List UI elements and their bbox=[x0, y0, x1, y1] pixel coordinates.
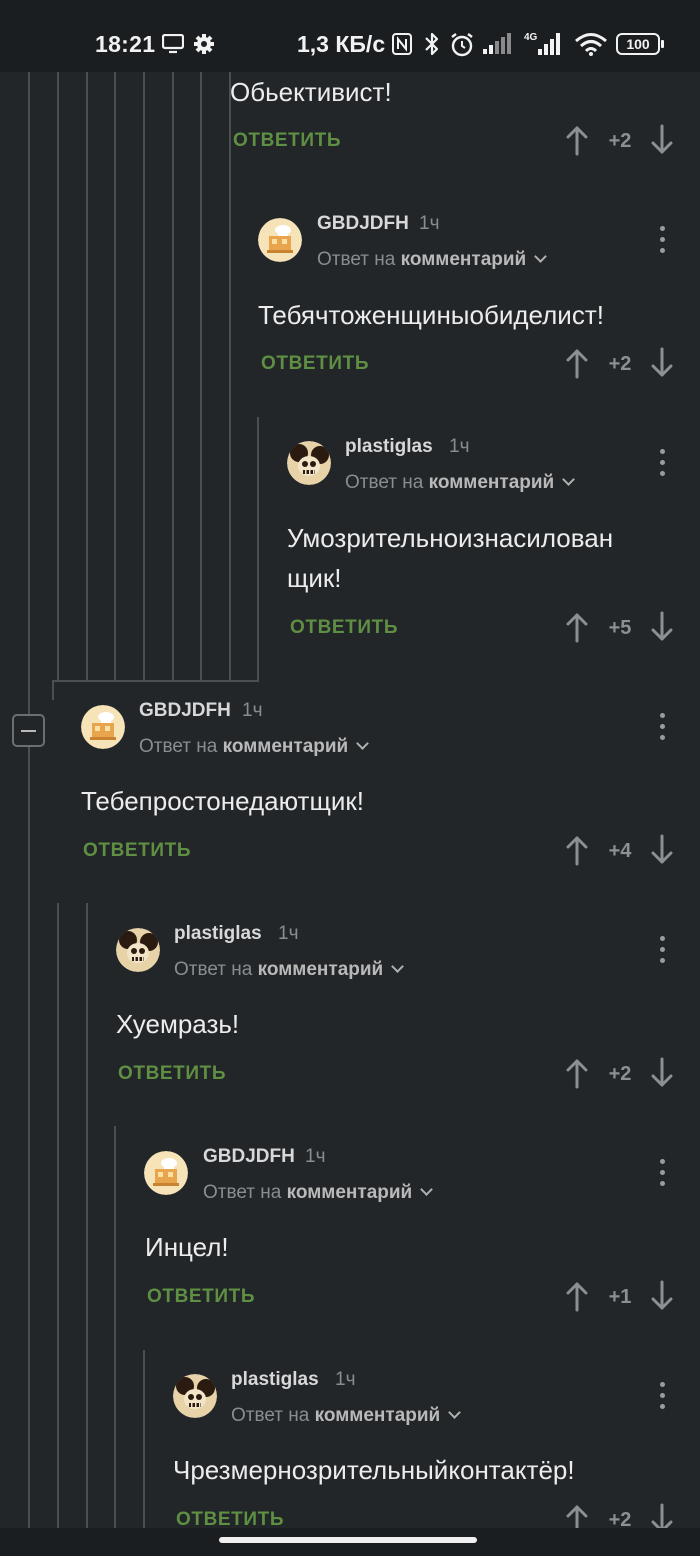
comment-text: щик! bbox=[287, 563, 342, 593]
comment-time: 1ч bbox=[335, 1369, 356, 1390]
downvote-icon[interactable] bbox=[651, 1280, 673, 1312]
avatar[interactable] bbox=[116, 928, 160, 972]
comment-score: +1 bbox=[608, 1286, 632, 1308]
comment-author[interactable]: plastiglas bbox=[345, 436, 433, 458]
downvote-icon[interactable] bbox=[651, 1057, 673, 1089]
comment-score: +2 bbox=[608, 1063, 632, 1085]
upvote-icon[interactable] bbox=[566, 834, 588, 866]
comment-author[interactable]: GBDJDFH bbox=[139, 700, 231, 722]
nfc-icon bbox=[392, 33, 412, 55]
avatar[interactable] bbox=[258, 218, 302, 262]
upvote-icon[interactable] bbox=[566, 124, 588, 156]
avatar[interactable] bbox=[173, 1374, 217, 1418]
chevron-down-icon bbox=[448, 1406, 462, 1419]
reply-to-link[interactable]: Ответ на комментарий bbox=[174, 959, 405, 981]
reply-button[interactable]: ОТВЕТИТЬ bbox=[290, 617, 398, 639]
comment-text: Инцел! bbox=[145, 1232, 229, 1262]
comment-author[interactable]: plastiglas bbox=[174, 923, 262, 945]
svg-text:4G: 4G bbox=[524, 32, 538, 43]
avatar[interactable] bbox=[81, 705, 125, 749]
screen-cast-icon bbox=[162, 34, 184, 54]
chevron-down-icon bbox=[534, 250, 548, 263]
comment-text: Тебепростонедаютщик! bbox=[81, 786, 364, 816]
downvote-icon[interactable] bbox=[651, 834, 673, 866]
chevron-down-icon bbox=[356, 737, 370, 750]
comment-time: 1ч bbox=[419, 213, 440, 234]
comment-text: Тебячтоженщиныобиделист! bbox=[258, 300, 604, 330]
signal-icon bbox=[483, 33, 511, 54]
reply-to-link[interactable]: Ответ на комментарий bbox=[203, 1182, 434, 1204]
comment-author[interactable]: plastiglas bbox=[231, 1369, 319, 1391]
comment-time: 1ч bbox=[278, 923, 299, 944]
more-options-icon[interactable] bbox=[660, 449, 666, 483]
comment-score: +2 bbox=[608, 353, 632, 375]
comment-score: +5 bbox=[608, 617, 632, 639]
upvote-icon[interactable] bbox=[566, 611, 588, 643]
comment-text: Обьективист! bbox=[230, 77, 392, 107]
bluetooth-icon bbox=[425, 32, 439, 56]
status-bar: 18:21 1,3 КБ/с 4G 100 bbox=[0, 0, 700, 72]
downvote-icon[interactable] bbox=[651, 611, 673, 643]
network-speed: 1,3 КБ/с bbox=[297, 31, 386, 57]
avatar[interactable] bbox=[287, 441, 331, 485]
comment-author[interactable]: GBDJDFH bbox=[203, 1146, 295, 1168]
reply-button[interactable]: ОТВЕТИТЬ bbox=[147, 1286, 255, 1308]
downvote-icon[interactable] bbox=[651, 124, 673, 156]
reply-button[interactable]: ОТВЕТИТЬ bbox=[233, 130, 341, 152]
comment-text: Хуемразь! bbox=[116, 1009, 240, 1039]
upvote-icon[interactable] bbox=[566, 1280, 588, 1312]
comment-time: 1ч bbox=[242, 700, 263, 721]
reply-to-link[interactable]: Ответ на комментарий bbox=[231, 1405, 462, 1427]
collapse-thread-button[interactable] bbox=[12, 714, 45, 747]
chevron-down-icon bbox=[420, 1183, 434, 1196]
upvote-icon[interactable] bbox=[566, 1057, 588, 1089]
home-indicator[interactable] bbox=[219, 1537, 477, 1543]
chevron-down-icon bbox=[391, 960, 405, 973]
reply-to-link[interactable]: Ответ на комментарий bbox=[345, 472, 576, 494]
more-options-icon[interactable] bbox=[660, 1159, 666, 1193]
reply-button[interactable]: ОТВЕТИТЬ bbox=[261, 353, 369, 375]
more-options-icon[interactable] bbox=[660, 1382, 666, 1416]
alarm-icon bbox=[451, 33, 473, 57]
reply-button[interactable]: ОТВЕТИТЬ bbox=[83, 840, 191, 862]
upvote-icon[interactable] bbox=[566, 347, 588, 379]
comment-time: 1ч bbox=[449, 436, 470, 457]
comment-text: Умозрительноизнасилован bbox=[287, 523, 614, 553]
comment-text: Чрезмернозрительныйконтактёр! bbox=[173, 1455, 575, 1485]
status-time: 18:21 bbox=[95, 31, 156, 57]
avatar[interactable] bbox=[144, 1151, 188, 1195]
comment-author[interactable]: GBDJDFH bbox=[317, 213, 409, 235]
comment-score: +4 bbox=[608, 840, 632, 862]
reply-button[interactable]: ОТВЕТИТЬ bbox=[118, 1063, 226, 1085]
reply-to-link[interactable]: Ответ на комментарий bbox=[317, 249, 548, 271]
comment-score: +2 bbox=[608, 130, 632, 152]
more-options-icon[interactable] bbox=[660, 226, 666, 260]
downvote-icon[interactable] bbox=[651, 347, 673, 379]
comment-time: 1ч bbox=[305, 1146, 326, 1167]
signal-4g-icon: 4G bbox=[524, 32, 560, 55]
more-options-icon[interactable] bbox=[660, 936, 666, 970]
chevron-down-icon bbox=[562, 473, 576, 486]
reply-to-link[interactable]: Ответ на комментарий bbox=[139, 736, 370, 758]
gear-icon bbox=[194, 34, 214, 54]
more-options-icon[interactable] bbox=[660, 713, 666, 747]
battery-icon: 100 bbox=[616, 33, 664, 55]
wifi-icon bbox=[575, 33, 607, 56]
